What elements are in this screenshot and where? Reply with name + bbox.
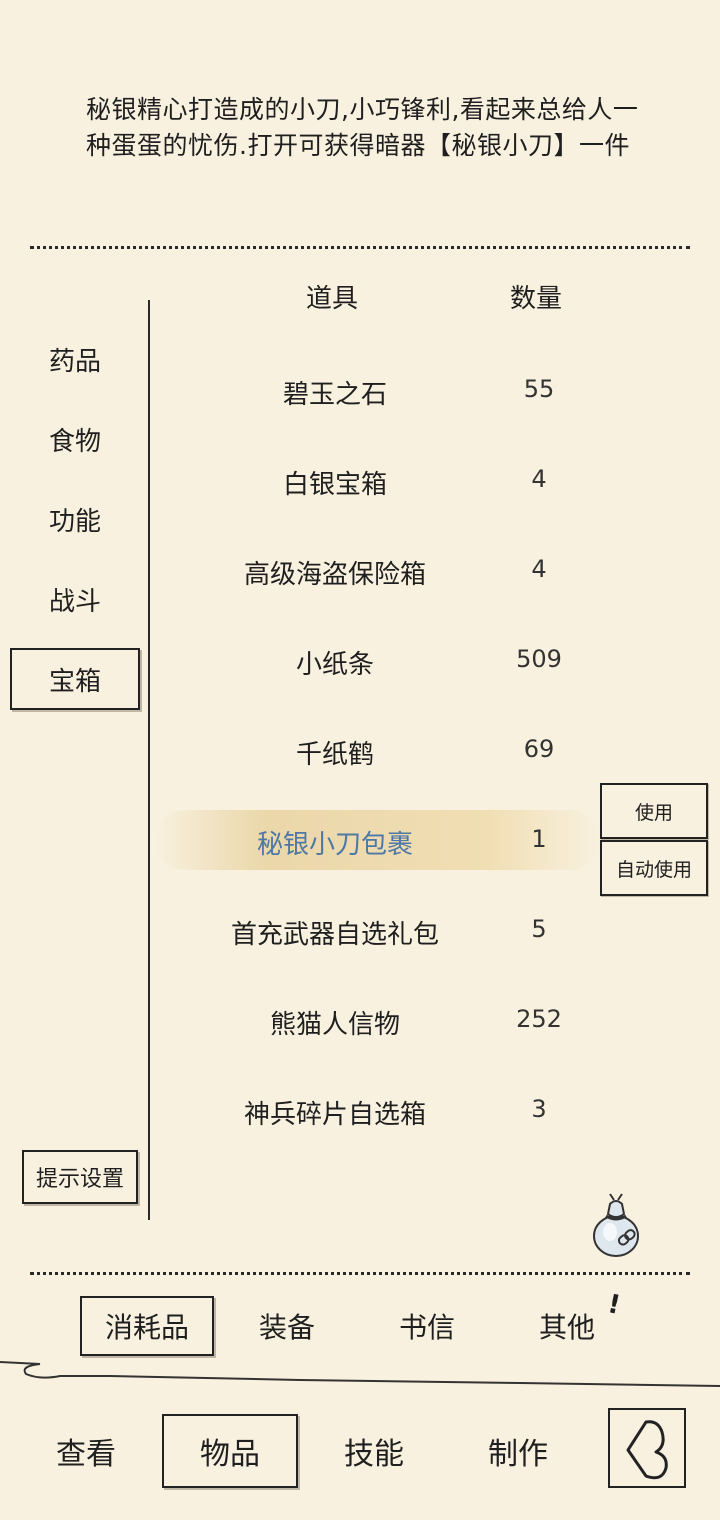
- category-label: 食物: [48, 426, 101, 457]
- nav-crafting[interactable]: 制作: [450, 1414, 586, 1488]
- item-name: 白银宝箱: [282, 470, 387, 500]
- item-qty: 4: [531, 555, 547, 583]
- item-qty: 252: [516, 1005, 562, 1033]
- item-name: 小纸条: [295, 650, 374, 680]
- item-row[interactable]: 高级海盗保险箱 4: [155, 540, 600, 600]
- nav-label: 物品: [200, 1437, 260, 1472]
- hint-settings-button[interactable]: 提示设置: [22, 1150, 138, 1204]
- hint-settings-label: 提示设置: [35, 1167, 124, 1192]
- category-label: 功能: [48, 506, 101, 537]
- item-row[interactable]: 神兵碎片自选箱 3: [155, 1080, 600, 1140]
- auto-use-button[interactable]: 自动使用: [600, 840, 708, 896]
- item-row[interactable]: 小纸条 509: [155, 630, 600, 690]
- use-button[interactable]: 使用: [600, 783, 708, 839]
- item-qty: 69: [523, 735, 555, 763]
- tab-label: 其他: [538, 1311, 595, 1344]
- category-divider: [148, 300, 150, 1220]
- nav-items[interactable]: 物品: [162, 1414, 298, 1488]
- item-name: 千纸鹤: [295, 740, 374, 770]
- item-name: 熊猫人信物: [269, 1010, 400, 1040]
- tab-label: 书信: [398, 1311, 455, 1344]
- column-header-qty: 数量: [510, 284, 563, 314]
- tab-equipment[interactable]: 装备: [220, 1296, 354, 1356]
- item-qty: 55: [523, 375, 555, 403]
- item-name: 首充武器自选礼包: [230, 920, 439, 950]
- item-qty: 3: [531, 1095, 547, 1123]
- item-name: 碧玉之石: [282, 380, 387, 410]
- category-function[interactable]: 功能: [10, 488, 140, 550]
- auto-use-button-label: 自动使用: [615, 858, 692, 881]
- divider-top: [30, 246, 690, 249]
- tab-letters[interactable]: 书信: [360, 1296, 494, 1356]
- item-row[interactable]: 首充武器自选礼包 5: [155, 900, 600, 960]
- nav-skills[interactable]: 技能: [306, 1414, 442, 1488]
- category-label: 战斗: [48, 586, 101, 617]
- category-label: 药品: [48, 346, 101, 377]
- tab-label: 消耗品: [104, 1311, 189, 1344]
- item-name: 秘银小刀包裹: [256, 830, 413, 860]
- item-row[interactable]: 碧玉之石 55: [155, 360, 600, 420]
- item-qty: 5: [531, 915, 547, 943]
- brush-divider: [0, 1361, 720, 1387]
- nav-label: 制作: [488, 1437, 548, 1472]
- category-treasure[interactable]: 宝箱: [10, 648, 140, 710]
- item-qty: 509: [516, 645, 562, 673]
- item-name: 高级海盗保险箱: [243, 560, 426, 590]
- category-label: 宝箱: [48, 666, 101, 697]
- tab-label: 装备: [258, 1311, 315, 1344]
- item-row[interactable]: 白银宝箱 4: [155, 450, 600, 510]
- column-header-item: 道具: [306, 284, 359, 314]
- category-medicine[interactable]: 药品: [10, 328, 140, 390]
- item-row[interactable]: 千纸鹤 69: [155, 720, 600, 780]
- nav-label: 技能: [344, 1437, 404, 1472]
- category-food[interactable]: 食物: [10, 408, 140, 470]
- back-button[interactable]: [608, 1408, 686, 1488]
- tab-consumables[interactable]: 消耗品: [80, 1296, 214, 1356]
- item-row-selected[interactable]: 秘银小刀包裹 1: [155, 810, 600, 870]
- divider-bottom: [30, 1272, 690, 1275]
- nav-view[interactable]: 查看: [18, 1414, 154, 1488]
- back-arrow-icon: [626, 1420, 668, 1480]
- bag-icon[interactable]: [588, 1190, 650, 1260]
- nav-label: 查看: [56, 1437, 116, 1472]
- category-battle[interactable]: 战斗: [10, 568, 140, 630]
- item-name: 神兵碎片自选箱: [243, 1100, 426, 1130]
- item-row[interactable]: 熊猫人信物 252: [155, 990, 600, 1050]
- item-qty: 1: [531, 825, 547, 853]
- use-button-label: 使用: [634, 801, 673, 824]
- item-qty: 4: [531, 465, 547, 493]
- item-description: 秘银精心打造成的小刀,小巧锋利,看起来总给人一种蛋蛋的忧伤.打开可获得暗器【秘银…: [86, 95, 639, 160]
